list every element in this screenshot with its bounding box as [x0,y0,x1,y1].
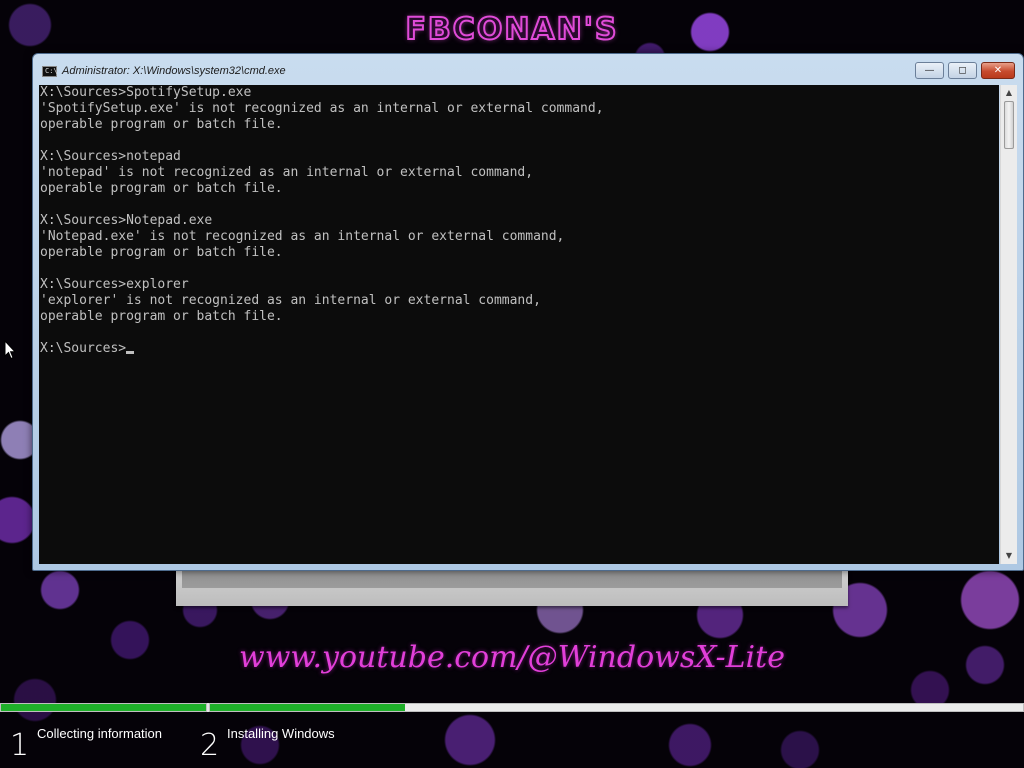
progress-segment-collecting [0,703,207,712]
mouse-pointer-icon [4,339,17,364]
console-text: X:\Sources>SpotifySetup.exe 'SpotifySetu… [40,85,604,356]
command-prompt: X:\Sources> [40,341,127,356]
minimize-button[interactable]: — [915,62,944,79]
window-title: Administrator: X:\Windows\system32\cmd.e… [62,65,286,77]
step-label: Collecting information [37,726,163,741]
step-label: Installing Windows [227,726,335,741]
cmd-window[interactable]: C:\ Administrator: X:\Windows\system32\c… [32,53,1024,571]
step-number: 2 [200,728,220,763]
vertical-scrollbar[interactable]: ▲ ▼ [1000,85,1017,564]
close-button[interactable]: ✕ [981,62,1015,79]
brand-logo-text: FBCONAN'S [404,11,619,48]
console-output[interactable]: X:\Sources>SpotifySetup.exe 'SpotifySetu… [39,85,999,564]
progress-fill [1,704,206,711]
console-icon-glyph: C:\ [45,67,58,75]
scroll-up-arrow-icon[interactable]: ▲ [1001,85,1017,101]
wallpaper-url-text: www.youtube.com/@WindowsX-Lite [239,640,785,675]
scroll-down-arrow-icon[interactable]: ▼ [1001,548,1017,564]
progress-segment-installing [209,703,1024,712]
console-icon[interactable]: C:\ [42,66,58,77]
setup-progress-bar [0,703,1024,712]
text-cursor [126,351,135,354]
maximize-button[interactable]: ◻ [948,62,977,79]
title-bar[interactable]: C:\ Administrator: X:\Windows\system32\c… [33,54,1023,82]
progress-fill [210,704,406,711]
step-number: 1 [10,728,30,763]
scroll-thumb[interactable] [1004,101,1014,149]
